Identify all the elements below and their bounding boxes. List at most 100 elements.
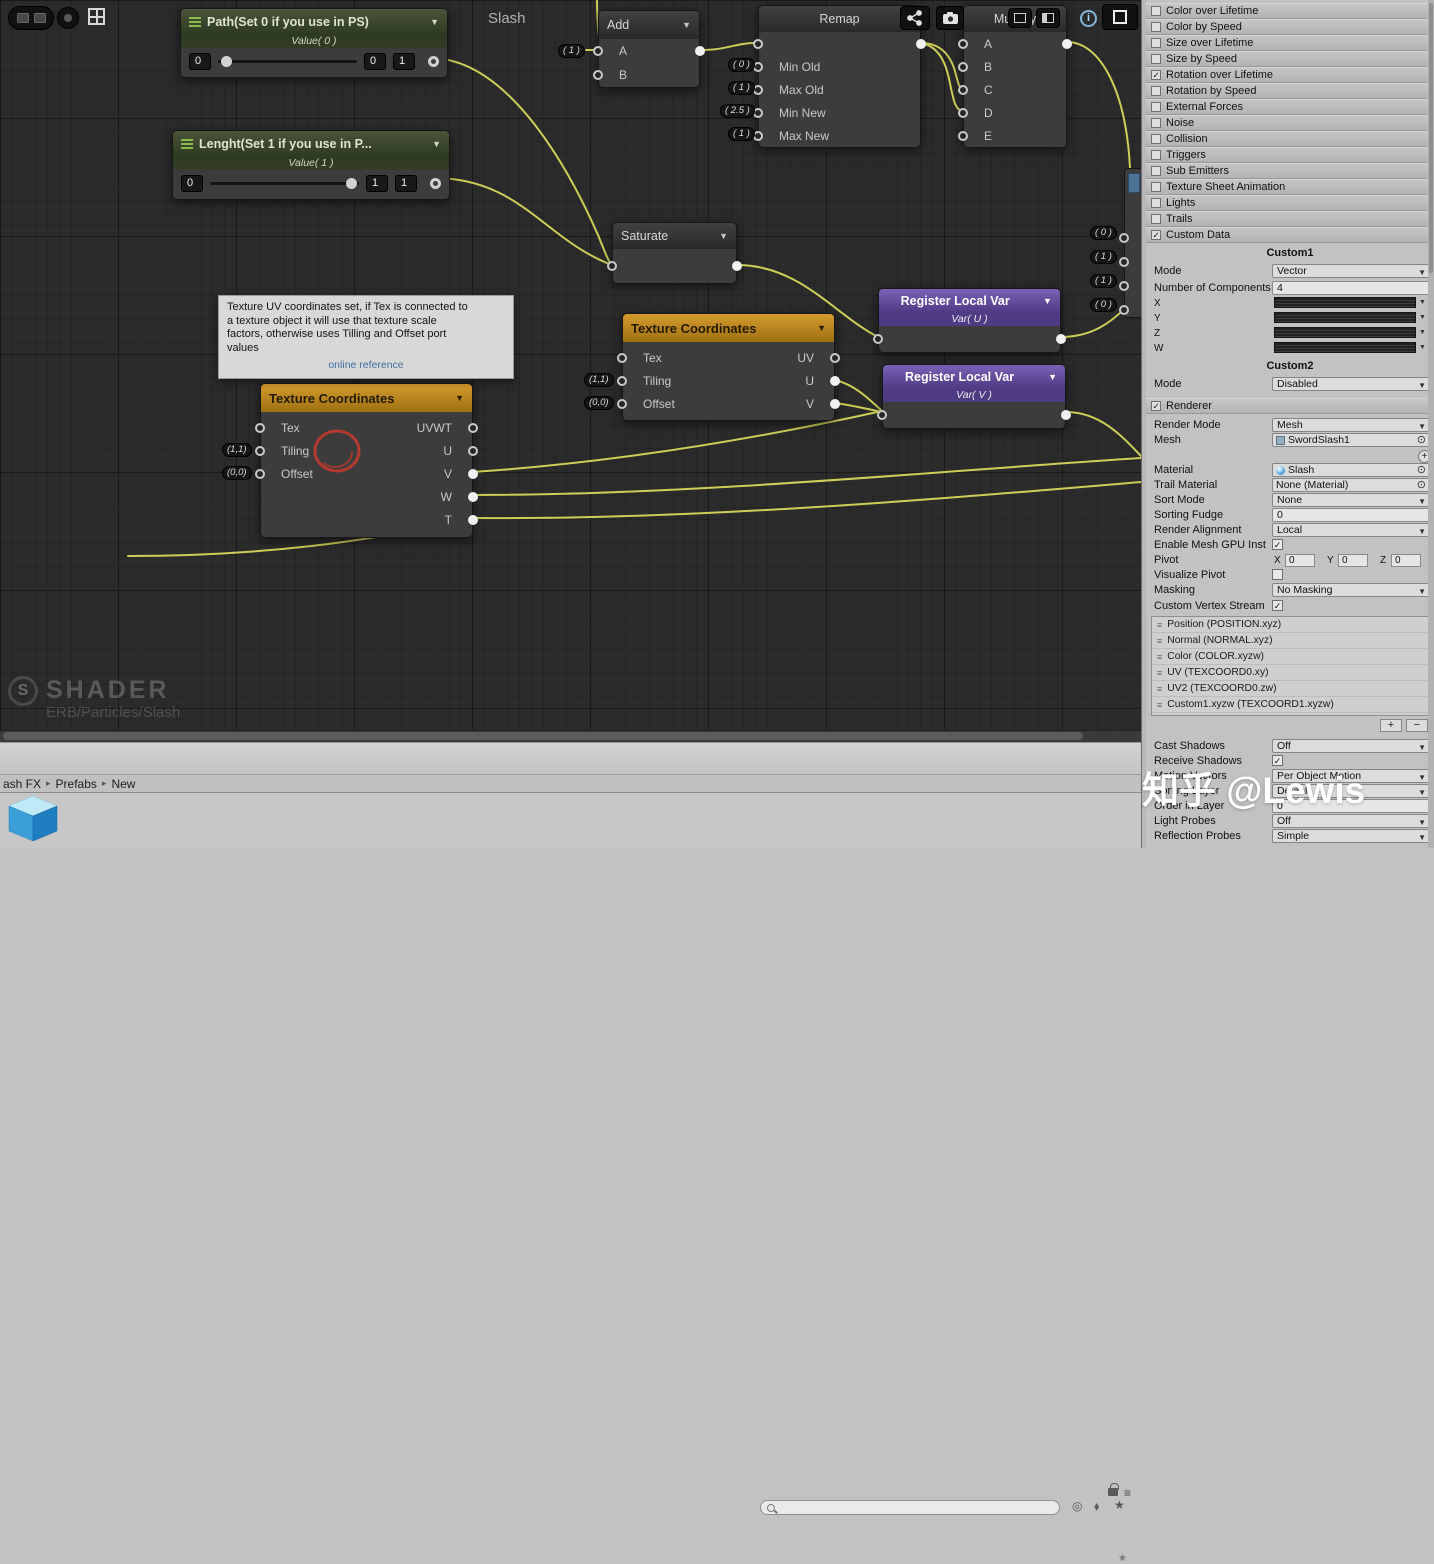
module-row[interactable]: Triggers xyxy=(1146,147,1434,163)
input-port[interactable] xyxy=(617,352,627,363)
module-row[interactable]: Rotation by Speed xyxy=(1146,83,1434,99)
tag-icon[interactable]: ⬧ xyxy=(1094,1499,1099,1514)
menu-icon[interactable]: ≡ xyxy=(1124,1486,1131,1500)
port-value-badge[interactable]: ( 1 ) xyxy=(1090,274,1117,288)
module-checkbox[interactable]: ✓ xyxy=(1151,230,1161,240)
object-picker-icon[interactable]: ⊙ xyxy=(1417,434,1426,446)
remove-stream-button[interactable]: − xyxy=(1406,719,1428,732)
module-checkbox[interactable] xyxy=(1151,38,1161,48)
output-port[interactable] xyxy=(468,514,478,525)
mesh-object-field[interactable]: SwordSlash1 ⊙ xyxy=(1272,433,1430,447)
module-checkbox[interactable] xyxy=(1151,198,1161,208)
node-add-header[interactable]: Add ▼ xyxy=(599,11,699,39)
module-row[interactable]: ✓ Rotation over Lifetime xyxy=(1146,67,1434,83)
module-row[interactable]: External Forces xyxy=(1146,99,1434,115)
breadcrumb-root[interactable]: ash FX xyxy=(3,777,41,791)
chevron-down-icon[interactable]: ▼ xyxy=(1419,314,1426,321)
port-value-badge[interactable]: ( 1 ) xyxy=(1090,250,1117,264)
input-port[interactable] xyxy=(958,61,968,72)
output-port[interactable] xyxy=(830,352,840,363)
input-port[interactable] xyxy=(958,107,968,118)
pivot-z-field[interactable]: 0 xyxy=(1391,554,1421,567)
port-value-badge[interactable]: ( 1 ) xyxy=(728,81,755,95)
chevron-down-icon[interactable]: ▼ xyxy=(1419,329,1426,336)
components-field[interactable]: 4 xyxy=(1272,281,1430,295)
input-port[interactable] xyxy=(1119,257,1129,267)
module-checkbox[interactable] xyxy=(1151,22,1161,32)
module-row[interactable]: Size over Lifetime xyxy=(1146,35,1434,51)
node-path[interactable]: Path(Set 0 if you use in PS) ▼ Value( 0 … xyxy=(180,8,448,78)
node-path-header[interactable]: Path(Set 0 if you use in PS) ▼ xyxy=(181,9,447,35)
chevron-down-icon[interactable]: ▼ xyxy=(1043,296,1052,306)
sorting-fudge-field[interactable]: 0 xyxy=(1272,508,1430,522)
node-register-header[interactable]: Register Local Var ▼ xyxy=(883,365,1065,389)
output-port[interactable] xyxy=(1056,334,1066,344)
module-checkbox[interactable] xyxy=(1151,6,1161,16)
render-alignment-dropdown[interactable]: Local ▼ xyxy=(1272,523,1430,537)
input-port[interactable] xyxy=(593,46,603,56)
input-port[interactable] xyxy=(1119,305,1129,315)
port-value-badge[interactable]: (1,1) xyxy=(584,373,614,387)
port-value-badge[interactable]: ( 0 ) xyxy=(728,58,755,72)
prefab-cube-icon[interactable] xyxy=(8,795,58,843)
output-port[interactable] xyxy=(830,375,840,386)
drag-handle-icon[interactable]: ≡ xyxy=(1157,620,1162,630)
online-reference-link[interactable]: online reference xyxy=(227,359,505,373)
output-port[interactable] xyxy=(468,468,478,479)
value-slider[interactable] xyxy=(210,178,359,189)
stream-row[interactable]: ≡ UV (TEXCOORD0.xy) xyxy=(1152,665,1428,681)
module-row[interactable]: Sub Emitters xyxy=(1146,163,1434,179)
stream-row[interactable]: ≡ Normal (NORMAL.xyz) xyxy=(1152,633,1428,649)
module-row-renderer[interactable]: ✓ Renderer xyxy=(1146,398,1434,414)
chevron-down-icon[interactable]: ▼ xyxy=(430,17,439,27)
module-checkbox[interactable] xyxy=(1151,166,1161,176)
drag-handle-icon[interactable]: ≡ xyxy=(1157,652,1162,662)
inspector-scrollbar-track[interactable] xyxy=(1428,0,1434,848)
menu-icon[interactable] xyxy=(181,139,193,149)
chevron-down-icon[interactable]: ▼ xyxy=(682,20,691,30)
module-checkbox[interactable] xyxy=(1151,102,1161,112)
object-picker-icon[interactable]: ⊙ xyxy=(1417,464,1426,476)
info-icon[interactable]: i xyxy=(1080,10,1097,27)
input-port[interactable] xyxy=(617,375,627,386)
chevron-down-icon[interactable]: ▼ xyxy=(1048,372,1057,382)
input-port[interactable] xyxy=(1119,233,1129,243)
port-value-badge[interactable]: ( 1 ) xyxy=(558,44,585,58)
node-length[interactable]: Lenght(Set 1 if you use in P... ▼ Value(… xyxy=(172,130,450,200)
drag-handle-icon[interactable]: ≡ xyxy=(1157,636,1162,646)
sort-mode-dropdown[interactable]: None ▼ xyxy=(1272,493,1430,507)
visibility-icon[interactable]: ◎ xyxy=(1072,1499,1082,1513)
module-checkbox[interactable]: ✓ xyxy=(1151,401,1161,411)
stream-row[interactable]: ≡ Position (POSITION.xyz) xyxy=(1152,617,1428,633)
reflection-probes-dropdown[interactable]: Simple ▼ xyxy=(1272,829,1430,843)
input-port[interactable] xyxy=(958,130,968,141)
node-register-local-var-v[interactable]: Register Local Var ▼ Var( V ) xyxy=(877,364,1071,429)
masking-dropdown[interactable]: No Masking ▼ xyxy=(1272,583,1430,597)
input-port[interactable] xyxy=(958,38,968,49)
trail-material-object-field[interactable]: None (Material) ⊙ xyxy=(1272,478,1430,492)
chevron-down-icon[interactable]: ▼ xyxy=(719,231,728,241)
module-checkbox[interactable] xyxy=(1151,214,1161,224)
module-row[interactable]: Color over Lifetime xyxy=(1146,3,1434,19)
output-port[interactable] xyxy=(428,56,439,67)
input-port[interactable] xyxy=(873,334,883,344)
project-assets-area[interactable] xyxy=(0,793,1141,848)
input-port[interactable] xyxy=(255,468,265,479)
node-add[interactable]: Add ▼ A B xyxy=(593,10,705,88)
input-port[interactable] xyxy=(617,398,627,409)
chevron-down-icon[interactable]: ▼ xyxy=(455,393,464,403)
value-field[interactable]: 0 xyxy=(181,175,203,192)
port-value-badge[interactable]: ( 2.5 ) xyxy=(720,104,755,118)
canvas-hscrollbar-thumb[interactable] xyxy=(3,732,1083,740)
output-port[interactable] xyxy=(468,491,478,502)
stream-row[interactable]: ≡ Color (COLOR.xyzw) xyxy=(1152,649,1428,665)
pivot-x-field[interactable]: 0 xyxy=(1285,554,1315,567)
value-slider[interactable] xyxy=(218,56,357,67)
node-remap-header[interactable]: Remap xyxy=(759,6,920,32)
input-port[interactable] xyxy=(877,410,887,420)
breadcrumb-leaf[interactable]: New xyxy=(111,777,135,791)
project-search[interactable] xyxy=(760,1500,1060,1515)
chevron-down-icon[interactable]: ▼ xyxy=(1419,299,1426,306)
output-port[interactable] xyxy=(830,398,840,409)
mode-dropdown[interactable]: Vector ▼ xyxy=(1272,264,1430,278)
